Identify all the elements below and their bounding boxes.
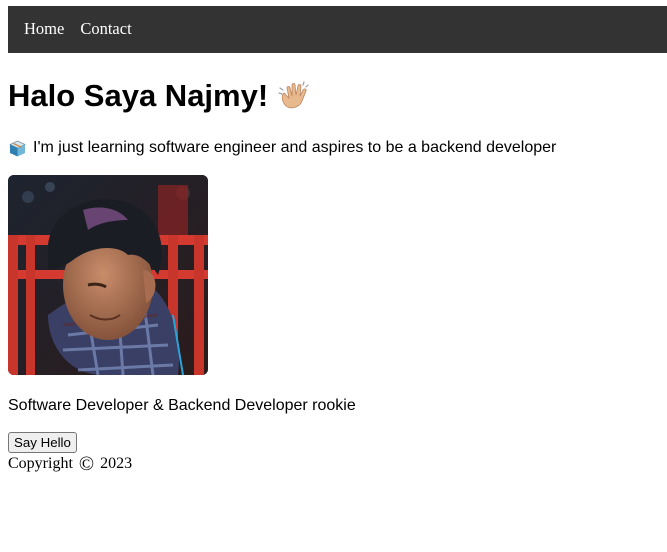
footer-copyright: Copyright © 2023 <box>8 454 132 474</box>
heading-text: Halo Saya Najmy! <box>8 78 269 113</box>
waving-hand-icon <box>277 79 311 113</box>
package-box-icon <box>8 139 27 158</box>
role-description: Software Developer & Backend Developer r… <box>8 397 356 414</box>
copyright-symbol: © <box>78 453 95 475</box>
intro-text: I'm just learning software engineer and … <box>33 139 557 156</box>
copyright-label: Copyright <box>8 455 73 472</box>
say-hello-button[interactable]: Say Hello <box>8 432 77 453</box>
intro-text-line: I'm just learning software engineer and … <box>8 138 556 158</box>
page-heading: Halo Saya Najmy! <box>8 78 311 114</box>
top-navbar: Home Contact <box>8 6 667 53</box>
nav-contact-link[interactable]: Contact <box>80 21 131 38</box>
copyright-year: 2023 <box>100 455 133 472</box>
nav-home-link[interactable]: Home <box>24 21 64 38</box>
profile-photo <box>8 175 208 375</box>
